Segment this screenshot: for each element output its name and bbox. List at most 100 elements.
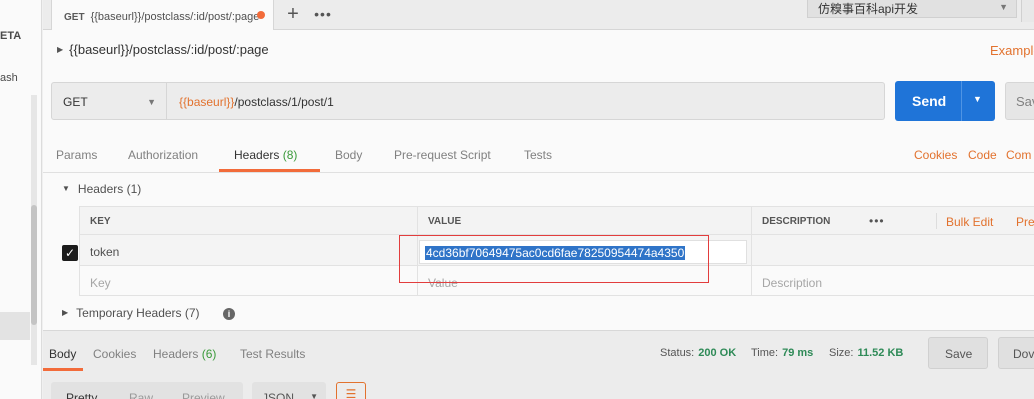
code-link[interactable]: Code: [968, 148, 997, 162]
sidebar-item-hash[interactable]: ash: [0, 72, 40, 84]
download-button[interactable]: Dov: [998, 337, 1034, 369]
caret-down-icon: ▼: [62, 184, 70, 193]
tab-label: Cookies: [93, 347, 137, 361]
tab-tests[interactable]: Tests: [524, 148, 552, 162]
response-tab-headers[interactable]: Headers (6): [153, 347, 216, 361]
unsaved-dot-icon: [257, 11, 265, 19]
tab-bar: GET {{baseurl}}/postclass/:id/post/:page …: [43, 0, 1034, 30]
format-preview[interactable]: Preview: [182, 391, 225, 399]
request-tab[interactable]: GET {{baseurl}}/postclass/:id/post/:page: [51, 0, 274, 30]
tab-body[interactable]: Body: [335, 148, 362, 162]
tab-headers[interactable]: Headers (8): [234, 148, 297, 162]
tab-label: Headers: [234, 148, 280, 162]
tab-label: Test Results: [240, 347, 306, 361]
divider: [43, 172, 1034, 173]
tab-count: (8): [282, 148, 298, 162]
environment-quick-look-button[interactable]: [1021, 0, 1034, 22]
tab-pre-request-script[interactable]: Pre-request Script: [394, 148, 491, 162]
tab-method: GET: [64, 12, 85, 23]
active-tab-indicator: [43, 368, 83, 371]
chevron-down-icon[interactable]: ▼: [973, 94, 982, 104]
header-description-input[interactable]: [751, 235, 1034, 265]
status-value: 200 OK: [698, 347, 737, 359]
table-header-row: KEY VALUE DESCRIPTION: [79, 206, 1034, 235]
language-select[interactable]: JSON ▼: [252, 382, 326, 399]
request-tabs: Params Authorization Headers (8) Body Pr…: [43, 140, 1034, 172]
request-title[interactable]: ▶ {{baseurl}}/postclass/:id/post/:page: [57, 42, 269, 57]
headers-section-toggle[interactable]: ▼ Headers (1): [62, 182, 141, 196]
temporary-headers-toggle[interactable]: ▶ Temporary Headers (7): [62, 306, 200, 320]
tab-title: {{baseurl}}/postclass/:id/post/:page: [90, 11, 260, 23]
send-label: Send: [912, 93, 947, 109]
time-value: 79 ms: [782, 347, 814, 359]
time-label: Time:: [751, 347, 779, 359]
environment-select[interactable]: 仿糗事百科api开发 ▼: [807, 0, 1017, 18]
examples-link[interactable]: Example: [990, 43, 1034, 58]
format-pretty[interactable]: Pretty: [66, 391, 97, 399]
tab-label: Body: [49, 347, 77, 361]
info-icon[interactable]: i: [223, 308, 235, 320]
status-label: Status:: [660, 347, 695, 359]
new-description-input[interactable]: Description: [751, 266, 1034, 295]
comments-link[interactable]: Com: [1006, 148, 1031, 162]
method-value: GET: [63, 95, 88, 109]
tab-label: Pre-request Script: [394, 148, 491, 162]
annotation-highlight-box: [399, 235, 709, 283]
new-tab-button[interactable]: +: [279, 0, 307, 30]
url-input[interactable]: {{baseurl}}/postclass/1/post/1: [167, 82, 885, 120]
size-label: Size:: [829, 347, 854, 359]
request-title-text: {{baseurl}}/postclass/:id/post/:page: [69, 42, 269, 57]
save-response-button[interactable]: Save: [928, 337, 988, 369]
bulk-edit-link[interactable]: Bulk Edit: [946, 215, 993, 229]
caret-right-icon: ▶: [57, 45, 64, 54]
tab-label: Tests: [524, 148, 553, 162]
response-tab-cookies[interactable]: Cookies: [93, 347, 136, 361]
tab-label: Headers: [153, 347, 199, 361]
sidebar-selected-item[interactable]: [0, 312, 30, 340]
header-key-input[interactable]: token: [79, 235, 417, 265]
url-variable: {{baseurl}}: [179, 95, 235, 109]
tab-label: Params: [56, 148, 98, 162]
main-panel: GET {{baseurl}}/postclass/:id/post/:page …: [43, 0, 1034, 399]
send-button[interactable]: Send ▼: [895, 81, 995, 121]
response-tab-body[interactable]: Body: [49, 347, 76, 361]
sidebar: ETA ash: [0, 0, 42, 399]
headers-section-title: Headers (1): [77, 182, 142, 196]
sidebar-item-label: ETA: [0, 30, 22, 42]
chevron-down-icon: ▼: [310, 392, 318, 399]
size-value: 11.52 KB: [857, 347, 904, 359]
save-request-button[interactable]: Sav: [1005, 82, 1034, 120]
response-size: Size: 11.52 KB: [829, 347, 903, 359]
chevron-down-icon: ▼: [147, 97, 156, 107]
tab-count: (6): [201, 347, 217, 361]
environment-selected: 仿糗事百科api开发: [818, 2, 919, 16]
language-value: JSON: [262, 391, 295, 399]
send-divider: [961, 81, 962, 121]
new-key-input[interactable]: Key: [79, 266, 417, 295]
sidebar-item-label: ash: [0, 72, 18, 84]
tab-authorization[interactable]: Authorization: [128, 148, 198, 162]
chevron-down-icon: ▼: [999, 2, 1008, 12]
response-time: Time: 79 ms: [751, 347, 813, 359]
wrap-lines-icon[interactable]: ☰: [336, 382, 366, 399]
header-enabled-checkbox[interactable]: ✓: [62, 245, 78, 261]
table-more-button[interactable]: •••: [869, 214, 885, 228]
format-toggle: Pretty Raw Preview: [51, 382, 243, 399]
caret-right-icon: ▶: [62, 308, 69, 317]
format-raw[interactable]: Raw: [129, 391, 153, 399]
column-header-key: KEY: [79, 207, 417, 234]
divider: [936, 213, 937, 229]
temporary-headers-title: Temporary Headers (7): [76, 306, 200, 320]
sidebar-scrollbar[interactable]: [31, 95, 37, 365]
tab-params[interactable]: Params: [56, 148, 97, 162]
method-select[interactable]: GET ▼: [51, 82, 167, 120]
response-tab-test-results[interactable]: Test Results: [240, 347, 305, 361]
scrollbar-thumb[interactable]: [31, 205, 37, 325]
tab-more-button[interactable]: •••: [309, 0, 337, 30]
tab-label: Body: [335, 148, 363, 162]
response-status: Status: 200 OK: [660, 347, 736, 359]
sidebar-item-beta[interactable]: ETA: [0, 30, 40, 42]
url-path: /postclass/1/post/1: [234, 95, 334, 109]
cookies-link[interactable]: Cookies: [914, 148, 957, 162]
presets-link[interactable]: Pre: [1016, 215, 1034, 229]
